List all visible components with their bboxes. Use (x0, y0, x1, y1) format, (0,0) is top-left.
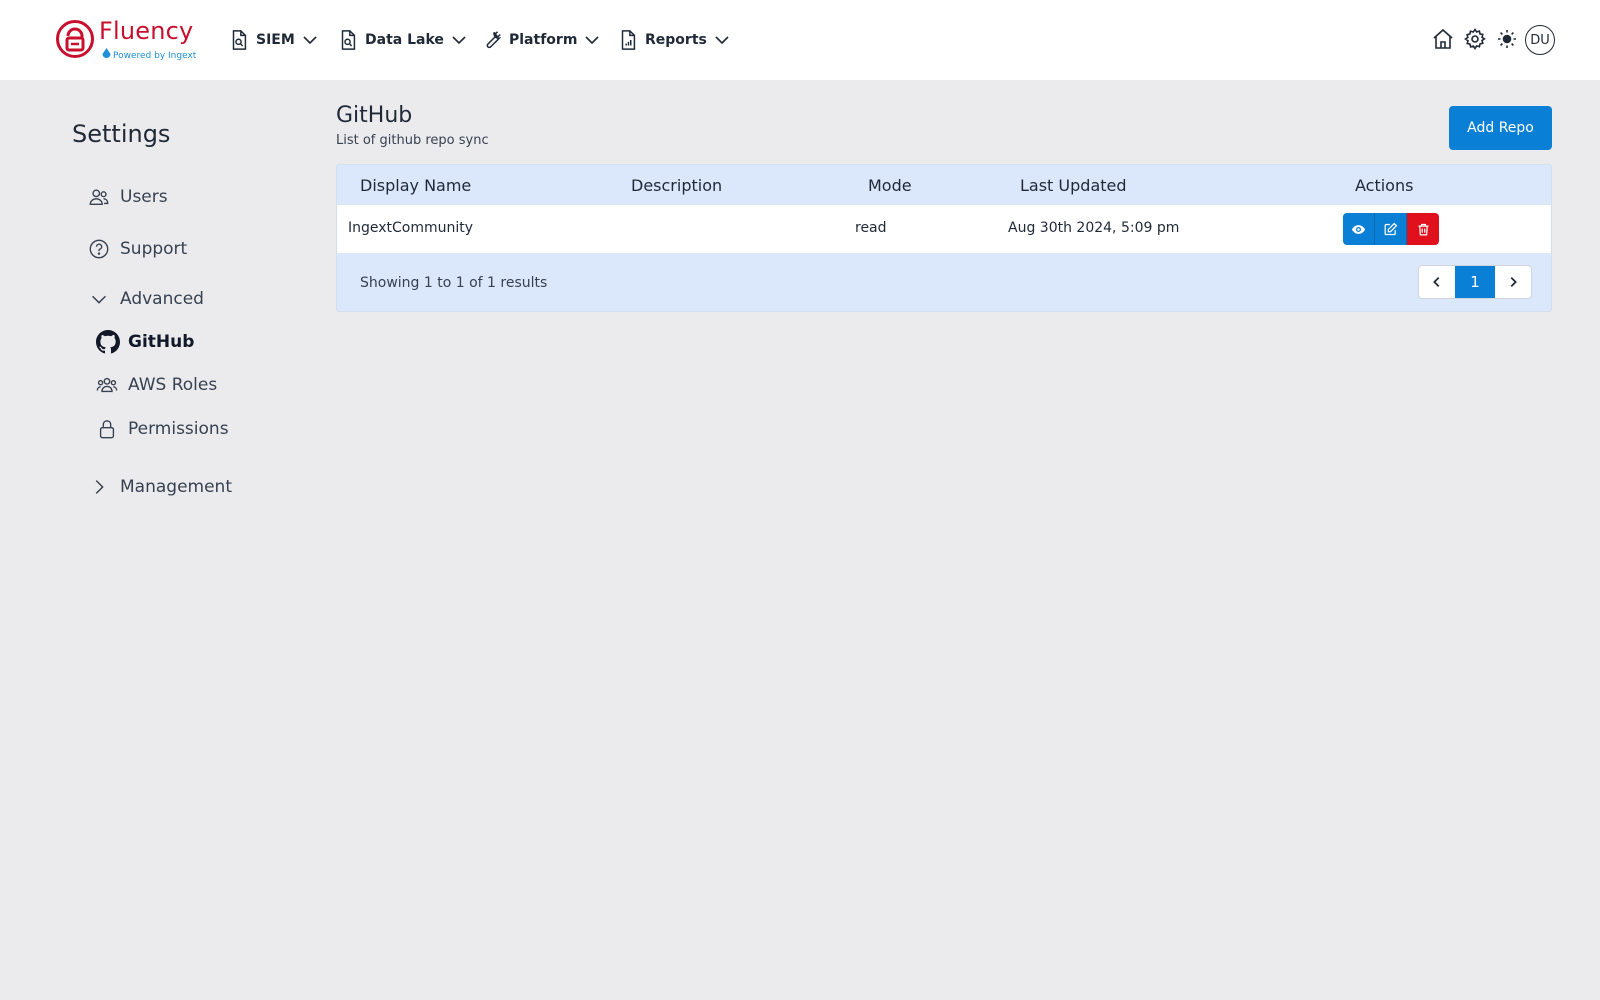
cell-mode: read (855, 220, 887, 236)
row-actions (1343, 213, 1439, 245)
sidebar-item-label: Permissions (128, 419, 229, 439)
nav-reports-label: Reports (645, 32, 707, 48)
question-circle-icon (89, 239, 109, 259)
view-button[interactable] (1343, 213, 1375, 245)
nav-siem[interactable]: SIEM (228, 26, 318, 54)
chevron-right-icon (1510, 277, 1517, 287)
table-header: Display Name Description Mode Last Updat… (337, 165, 1551, 205)
nav-platform-label: Platform (509, 32, 578, 48)
pagination: 1 (1418, 265, 1532, 299)
wrench-icon (486, 31, 502, 49)
cell-display-name: IngextCommunity (348, 220, 474, 236)
edit-icon (1384, 222, 1398, 235)
ingext-drop-icon (102, 48, 111, 58)
chevron-down-icon (585, 36, 599, 45)
fluency-logo-icon (56, 20, 94, 58)
sidebar-item-label: Support (120, 239, 188, 259)
page-title: GitHub (336, 103, 413, 128)
sidebar-item-support[interactable]: Support (88, 238, 187, 260)
trash-icon (1418, 223, 1428, 235)
users-icon (89, 189, 109, 206)
chevron-down-icon (452, 36, 466, 45)
nav-data-lake[interactable]: Data Lake (337, 26, 467, 54)
column-header-mode[interactable]: Mode (868, 176, 912, 195)
chevron-left-icon (1433, 277, 1440, 287)
top-navbar: Fluency Powered by Ingext SIEM Data Lake… (0, 0, 1600, 80)
page-subtitle: List of github repo sync (336, 133, 489, 148)
repo-table: Display Name Description Mode Last Updat… (336, 164, 1552, 312)
sidebar-item-label: AWS Roles (128, 375, 218, 395)
add-repo-button[interactable]: Add Repo (1449, 106, 1552, 150)
sidebar-item-permissions[interactable]: Permissions (96, 418, 229, 440)
nav-platform[interactable]: Platform (481, 26, 600, 54)
sidebar-item-label: Management (120, 477, 232, 497)
nav-reports[interactable]: Reports (617, 26, 730, 54)
document-chart-icon (621, 30, 636, 50)
column-header-description[interactable]: Description (631, 176, 722, 195)
next-page-button[interactable] (1495, 266, 1531, 298)
fluency-logo[interactable]: Fluency Powered by Ingext (55, 17, 205, 63)
brand-tagline-wrap: Powered by Ingext (102, 48, 196, 61)
chevron-down-icon (715, 36, 729, 45)
column-header-last-updated[interactable]: Last Updated (1020, 176, 1127, 195)
nav-data-lake-label: Data Lake (365, 32, 444, 48)
document-search-icon (341, 30, 356, 50)
results-summary: Showing 1 to 1 of 1 results (360, 275, 548, 291)
chevron-down-icon (303, 36, 317, 45)
sidebar-item-users[interactable]: Users (88, 186, 168, 208)
gear-icon[interactable] (1463, 27, 1487, 51)
brand-tagline: Powered by Ingext (113, 51, 197, 61)
chevron-right-icon (95, 480, 104, 494)
sidebar-item-label: GitHub (128, 332, 195, 352)
page-button-current[interactable]: 1 (1455, 266, 1495, 298)
sidebar-item-label: Users (120, 187, 168, 207)
home-icon[interactable] (1431, 27, 1455, 51)
delete-button[interactable] (1407, 213, 1439, 245)
document-search-icon (232, 30, 247, 50)
sidebar-title: Settings (72, 120, 171, 148)
column-header-display-name[interactable]: Display Name (360, 176, 471, 195)
sidebar-item-management[interactable]: Management (88, 476, 232, 498)
sidebar-item-github[interactable]: GitHub (96, 330, 194, 354)
eye-icon (1351, 224, 1366, 234)
table-row[interactable]: IngextCommunity read Aug 30th 2024, 5:09… (337, 205, 1551, 253)
sun-icon[interactable] (1495, 27, 1519, 51)
prev-page-button[interactable] (1419, 266, 1455, 298)
edit-button[interactable] (1375, 213, 1407, 245)
nav-siem-label: SIEM (256, 32, 295, 48)
lock-icon (99, 420, 115, 439)
github-icon (96, 330, 120, 354)
column-header-actions: Actions (1355, 176, 1414, 195)
user-group-icon (96, 377, 118, 393)
sidebar-item-advanced[interactable]: Advanced (88, 288, 204, 310)
cell-last-updated: Aug 30th 2024, 5:09 pm (1008, 220, 1180, 236)
brand-name: Fluency (99, 17, 194, 45)
sidebar-item-aws-roles[interactable]: AWS Roles (96, 374, 217, 396)
user-avatar[interactable]: DU (1525, 25, 1555, 55)
sidebar-item-label: Advanced (120, 289, 204, 309)
chevron-down-icon (92, 295, 106, 304)
